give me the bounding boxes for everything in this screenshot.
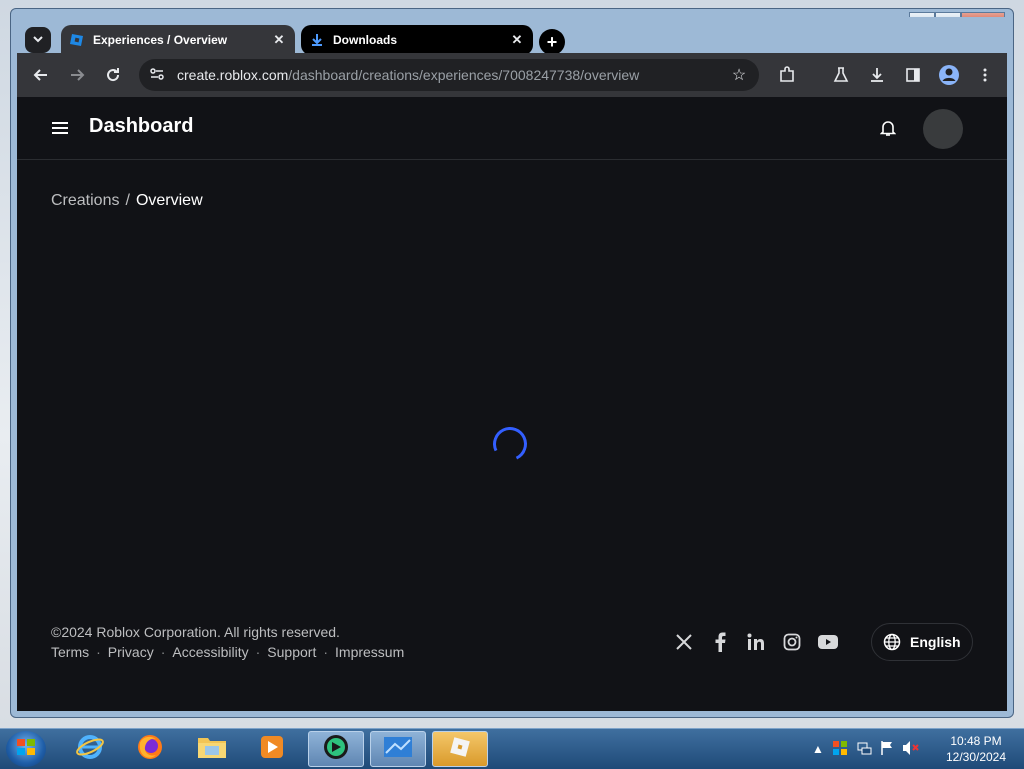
footer-separator: · [96,644,101,660]
footer-link-accessibility[interactable]: Accessibility [172,644,248,660]
system-tray: ▲ [812,735,932,763]
loading-spinner [488,422,532,466]
new-tab-button[interactable]: + [539,29,565,55]
bookmark-star-icon[interactable]: ☆ [729,65,749,85]
facebook-icon[interactable] [709,631,731,653]
taskbar-clock[interactable]: 10:48 PM 12/30/2024 [936,733,1016,765]
browser-window: — □ X Experiences / Overview ✕ Downloads… [10,8,1014,718]
close-icon[interactable]: ✕ [271,32,287,48]
start-button[interactable] [6,731,46,767]
taskbar-media-player[interactable] [244,731,300,767]
linkedin-icon[interactable] [745,631,767,653]
browser-app-icon [322,733,350,766]
footer-links: Terms · Privacy · Accessibility · Suppor… [51,644,404,660]
page-title: Dashboard [89,115,194,137]
menu-kebab-icon[interactable] [973,63,997,87]
footer-separator: · [323,644,329,660]
avatar[interactable] [923,109,963,149]
youtube-icon[interactable] [817,631,839,653]
close-icon[interactable]: ✕ [509,32,525,48]
tray-expand-icon[interactable]: ▲ [812,742,824,756]
internet-explorer-icon [76,733,104,766]
language-selector-button[interactable]: English [871,623,973,661]
window-app-icon [383,736,413,763]
breadcrumb-current: Overview [135,192,203,209]
breadcrumb: Creations / Overview [51,192,203,210]
breadcrumb-separator: / [125,192,130,209]
forward-icon[interactable] [65,63,89,87]
extensions-icon[interactable] [775,63,799,87]
tab-downloads[interactable]: Downloads ✕ [301,25,533,55]
taskbar: ▲ 10:48 PM 12/30/2024 [0,728,1024,769]
volume-muted-icon[interactable] [902,740,920,759]
footer-link-support[interactable]: Support [267,644,316,660]
footer-link-terms[interactable]: Terms [51,644,89,660]
tab-experiences-overview[interactable]: Experiences / Overview ✕ [61,25,295,55]
media-player-icon [259,734,285,765]
taskbar-app-browser[interactable] [308,731,364,767]
chevron-down-icon [32,33,44,48]
back-icon[interactable] [29,63,53,87]
tab-title: Experiences / Overview [93,33,228,47]
tray-app-icon[interactable] [832,740,848,759]
notifications-bell-icon[interactable] [877,117,899,139]
address-bar[interactable]: create.roblox.com/dashboard/creations/ex… [139,59,759,91]
footer-copyright: ©2024 Roblox Corporation. All rights res… [51,624,340,640]
site-settings-icon[interactable] [149,66,169,85]
plus-icon: + [546,31,558,52]
clock-date: 12/30/2024 [945,750,1007,764]
side-panel-icon[interactable] [901,63,925,87]
web-page: Dashboard Creations / Overview ©2024 Roblo… [17,97,1007,711]
taskbar-app-window[interactable] [370,731,426,767]
browser-toolbar: create.roblox.com/dashboard/creations/ex… [17,53,1007,97]
folder-icon [197,734,227,765]
x-icon[interactable] [673,631,695,653]
download-icon [309,32,325,48]
footer-link-impressum[interactable]: Impressum [335,644,404,660]
roblox-icon [447,734,473,765]
breadcrumb-creations-link[interactable]: Creations [51,192,119,209]
reload-icon[interactable] [101,63,125,87]
clock-time: 10:48 PM [950,734,1002,748]
taskbar-internet-explorer[interactable] [62,731,118,767]
social-links [673,631,839,653]
network-icon[interactable] [856,740,872,759]
tab-search-button[interactable] [25,27,51,53]
instagram-icon[interactable] [781,631,803,653]
roblox-studio-icon [69,32,85,48]
language-label: English [910,634,961,650]
dashboard-header: Dashboard [17,97,1007,160]
url-host: create.roblox.com [177,67,289,83]
globe-icon [882,632,902,652]
taskbar-firefox[interactable] [122,731,178,767]
hamburger-menu-icon[interactable] [49,117,71,139]
firefox-icon [136,733,164,766]
footer-separator: · [255,644,261,660]
labs-flask-icon[interactable] [829,63,853,87]
footer-link-privacy[interactable]: Privacy [108,644,154,660]
url-path: /dashboard/creations/experiences/7008247… [288,67,640,83]
taskbar-file-explorer[interactable] [184,731,240,767]
windows-logo-icon [16,738,36,761]
url-text: create.roblox.com/dashboard/creations/ex… [177,67,729,83]
footer-separator: · [160,644,166,660]
taskbar-roblox-studio[interactable] [432,731,488,767]
tab-title: Downloads [333,33,398,47]
action-center-flag-icon[interactable] [880,740,894,759]
downloads-icon[interactable] [865,63,889,87]
profile-icon[interactable] [937,63,961,87]
